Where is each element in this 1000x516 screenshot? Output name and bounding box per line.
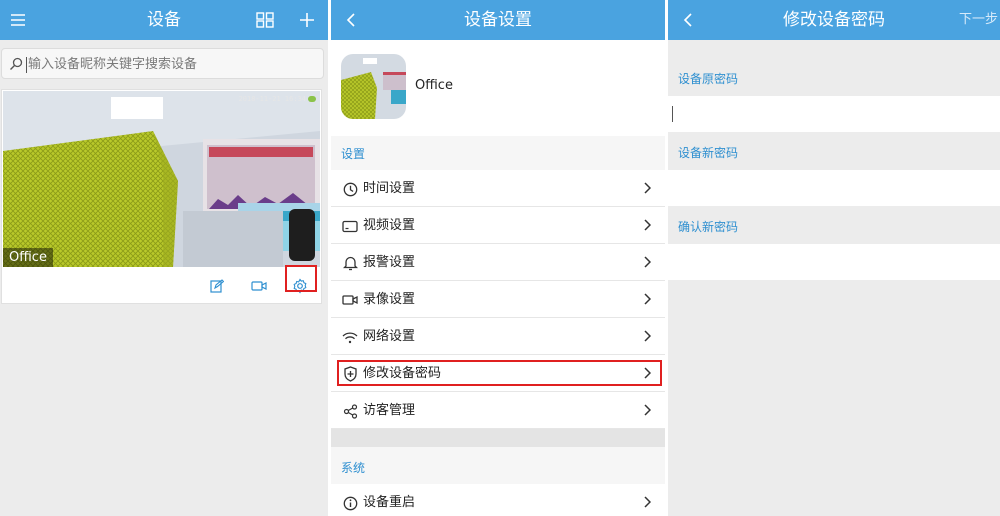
card-actions	[2, 265, 321, 304]
page-title: 修改设备密码	[783, 10, 885, 30]
device-card[interactable]: 2018-11-21 16:34 Office	[1, 89, 322, 304]
chevron-right-icon	[644, 293, 651, 305]
confirm-password-field[interactable]	[668, 244, 1000, 280]
menu-item-network-settings[interactable]: 网络设置	[331, 318, 665, 355]
menu-item-label: 访客管理	[363, 403, 416, 418]
change-password-highlight-box	[337, 360, 662, 386]
menu-item-label: 网络设置	[363, 329, 416, 344]
share-icon	[341, 402, 359, 420]
new-password-label: 设备新密码	[678, 146, 739, 160]
change-password-screen: 修改设备密码 下一步 设备原密码 设备新密码 确认新密码	[668, 0, 1000, 516]
devices-screen: 设备 输入设备昵称关键字搜索设备 2018-11-21 16:34 Office	[0, 0, 328, 516]
chevron-right-icon	[644, 256, 651, 268]
next-step-button[interactable]: 下一步	[959, 0, 998, 40]
text-caret	[672, 106, 673, 122]
menu-item-label: 录像设置	[363, 292, 416, 307]
menu-item-guest-management[interactable]: 访客管理	[331, 392, 665, 429]
menu-item-device-reboot[interactable]: 设备重启	[331, 484, 665, 516]
settings-top-bar: 设备设置	[331, 0, 665, 40]
page-title: 设备设置	[464, 10, 532, 30]
text-caret	[26, 57, 27, 73]
camera-snapshot-image	[3, 91, 320, 267]
device-settings-screen: 设备设置 Office 设置 时间设置 视频设置 报警设置 录像设置 网络设置 …	[331, 0, 665, 516]
menu-item-alarm-settings[interactable]: 报警设置	[331, 244, 665, 281]
chevron-right-icon	[644, 219, 651, 231]
online-indicator	[308, 96, 316, 102]
menu-item-label: 设备重启	[363, 495, 416, 510]
system-section-label: 系统	[341, 461, 366, 475]
grid-icon[interactable]	[247, 0, 283, 40]
screen-icon	[341, 217, 359, 235]
search-placeholder: 输入设备昵称关键字搜索设备	[28, 57, 198, 72]
menu-item-recording-settings[interactable]: 录像设置	[331, 281, 665, 318]
menu-item-label: 时间设置	[363, 181, 416, 196]
menu-item-time-settings[interactable]: 时间设置	[331, 170, 665, 207]
new-password-field[interactable]	[668, 170, 1000, 206]
video-icon[interactable]	[246, 273, 272, 299]
clock-icon	[341, 180, 359, 198]
edit-icon[interactable]	[204, 273, 230, 299]
info-icon	[341, 494, 359, 512]
chevron-right-icon	[644, 496, 651, 508]
section-divider	[331, 429, 665, 447]
search-input[interactable]: 输入设备昵称关键字搜索设备	[1, 48, 324, 79]
devices-top-bar: 设备	[0, 0, 328, 40]
menu-item-label: 报警设置	[363, 255, 416, 270]
device-name-label: Office	[3, 248, 53, 267]
old-password-label: 设备原密码	[678, 72, 739, 86]
chevron-right-icon	[644, 182, 651, 194]
device-name: Office	[415, 78, 453, 93]
menu-item-label: 视频设置	[363, 218, 416, 233]
settings-section-label: 设置	[341, 147, 366, 161]
chevron-right-icon	[644, 404, 651, 416]
old-password-field[interactable]	[668, 96, 1000, 132]
password-top-bar: 修改设备密码 下一步	[668, 0, 1000, 40]
bell-icon	[341, 254, 359, 272]
search-icon	[10, 57, 23, 70]
menu-item-video-settings[interactable]: 视频设置	[331, 207, 665, 244]
camera-preview[interactable]: 2018-11-21 16:34 Office	[3, 91, 320, 267]
wifi-icon	[341, 328, 359, 346]
chevron-right-icon	[644, 330, 651, 342]
device-header: Office	[331, 40, 665, 136]
settings-highlight-box	[285, 265, 317, 292]
camera-icon	[341, 291, 359, 309]
confirm-password-label: 确认新密码	[678, 220, 739, 234]
timestamp: 2018-11-21 16:34	[238, 95, 306, 103]
add-icon[interactable]	[289, 0, 325, 40]
device-thumbnail	[341, 54, 406, 119]
